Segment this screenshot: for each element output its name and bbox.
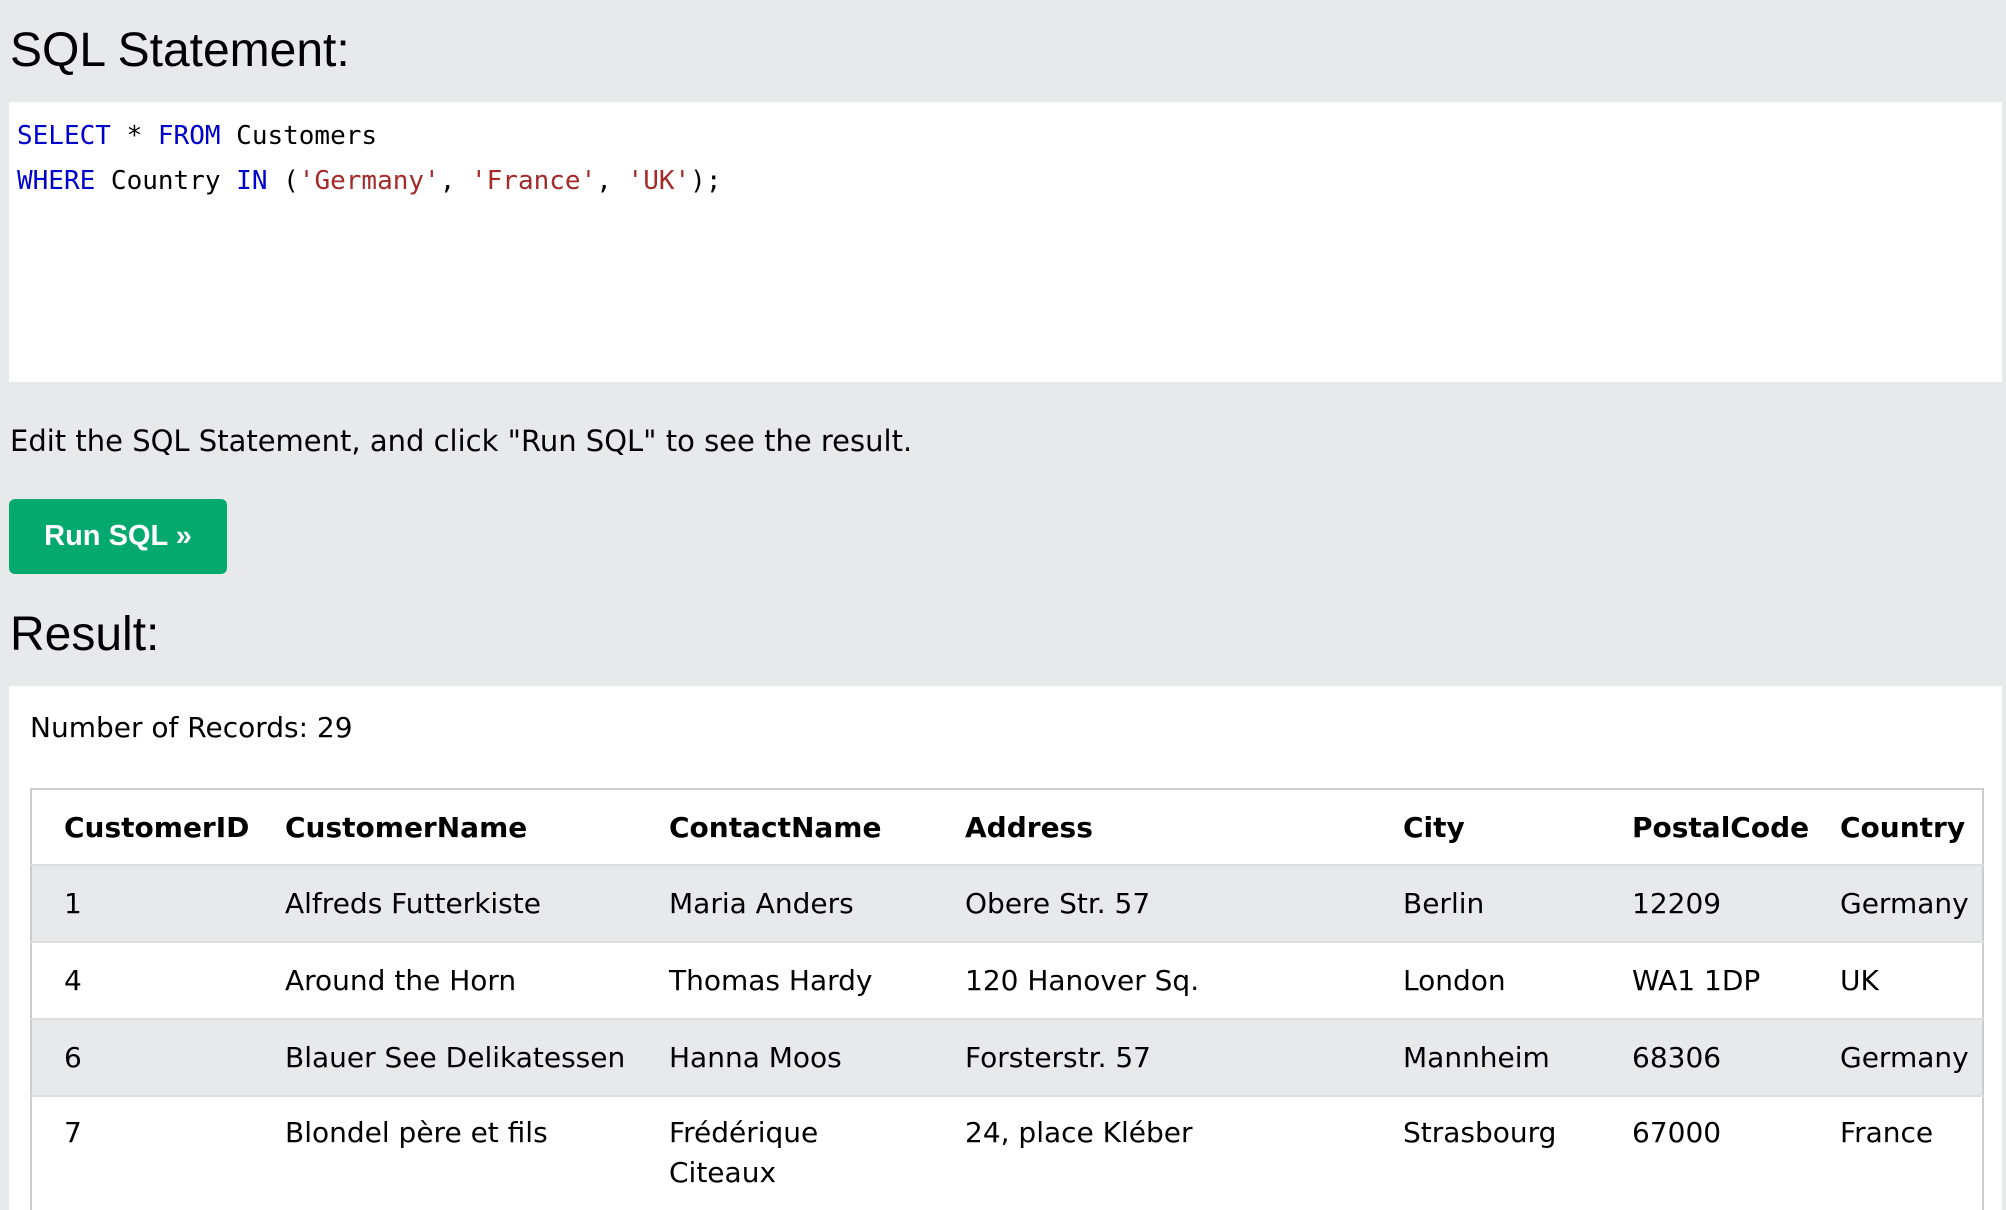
column-header-contactname: ContactName xyxy=(637,789,933,865)
cell-postalcode: 68306 xyxy=(1600,1018,1808,1096)
table-row: 7 Blondel père et fils Frédérique Citeau… xyxy=(31,1095,1983,1210)
result-panel: Number of Records: 29 CustomerID Custome… xyxy=(9,686,2002,1210)
cell-customername: Blauer See Delikatessen xyxy=(253,1018,637,1096)
cell-customerid: 1 xyxy=(31,864,253,942)
table-row: 6 Blauer See Delikatessen Hanna Moos For… xyxy=(31,1018,1983,1096)
cell-contactname: Hanna Moos xyxy=(637,1018,933,1096)
sql-line-1: SELECT * FROM Customers xyxy=(17,121,377,151)
cell-customername: Alfreds Futterkiste xyxy=(253,864,637,942)
cell-country: UK xyxy=(1808,941,1983,1019)
sql-string-germany: 'Germany' xyxy=(298,166,440,196)
column-header-address: Address xyxy=(933,789,1371,865)
table-row: 1 Alfreds Futterkiste Maria Anders Obere… xyxy=(31,864,1983,942)
sql-close-paren: ); xyxy=(690,166,722,196)
column-header-country: Country xyxy=(1808,789,1983,865)
sql-editor[interactable]: SELECT * FROM Customers WHERE Country IN… xyxy=(9,102,2002,382)
sql-separator: , xyxy=(596,166,628,196)
sql-operator: * xyxy=(110,121,158,151)
cell-address: Forsterstr. 57 xyxy=(933,1018,1371,1096)
column-header-postalcode: PostalCode xyxy=(1600,789,1809,865)
record-count: Number of Records: 29 xyxy=(30,711,353,744)
cell-address: 24, place Kléber xyxy=(933,1095,1371,1210)
sql-string-uk: 'UK' xyxy=(627,166,691,196)
sql-separator: , xyxy=(439,166,471,196)
table-row: 4 Around the Horn Thomas Hardy 120 Hanov… xyxy=(31,941,1983,1019)
keyword-from: FROM xyxy=(157,121,221,151)
instructions-text: Edit the SQL Statement, and click "Run S… xyxy=(10,424,913,458)
column-header-city: City xyxy=(1371,789,1600,865)
sql-column-name: Country xyxy=(95,166,237,196)
cell-city: Berlin xyxy=(1371,864,1600,942)
sql-line-2: WHERE Country IN ('Germany', 'France', '… xyxy=(17,166,721,196)
sql-string-france: 'France' xyxy=(471,166,597,196)
sql-table-name: Customers xyxy=(220,121,378,151)
cell-postalcode: WA1 1DP xyxy=(1600,941,1808,1019)
keyword-where: WHERE xyxy=(17,166,96,196)
cell-address: 120 Hanover Sq. xyxy=(933,941,1371,1019)
cell-customerid: 4 xyxy=(31,941,253,1019)
cell-customername: Blondel père et fils xyxy=(253,1095,637,1210)
cell-postalcode: 12209 xyxy=(1600,864,1808,942)
run-sql-button[interactable]: Run SQL » xyxy=(9,499,227,574)
cell-country: Germany xyxy=(1808,1018,1983,1096)
results-table: CustomerID CustomerName ContactName Addr… xyxy=(30,788,1984,1210)
cell-address: Obere Str. 57 xyxy=(933,864,1371,942)
column-header-customerid: CustomerID xyxy=(31,789,253,865)
cell-customername: Around the Horn xyxy=(253,941,637,1019)
keyword-in: IN xyxy=(236,166,268,196)
cell-contactname: Thomas Hardy xyxy=(637,941,933,1019)
page: SQL Statement: SELECT * FROM Customers W… xyxy=(0,0,2006,1210)
column-header-customername: CustomerName xyxy=(253,789,637,865)
cell-city: London xyxy=(1371,941,1600,1019)
sql-statement-heading: SQL Statement: xyxy=(10,24,350,77)
cell-country: Germany xyxy=(1808,864,1983,942)
sql-open-paren: ( xyxy=(267,166,299,196)
keyword-select: SELECT xyxy=(17,121,111,151)
cell-customerid: 6 xyxy=(31,1018,253,1096)
table-header-row: CustomerID CustomerName ContactName Addr… xyxy=(31,789,1983,865)
cell-country: France xyxy=(1808,1095,1983,1210)
cell-city: Mannheim xyxy=(1371,1018,1600,1096)
cell-customerid: 7 xyxy=(31,1095,253,1210)
cell-postalcode: 67000 xyxy=(1600,1095,1808,1210)
cell-contactname: Maria Anders xyxy=(637,864,933,942)
result-heading: Result: xyxy=(10,608,160,661)
cell-contactname: Frédérique Citeaux xyxy=(637,1095,933,1210)
cell-city: Strasbourg xyxy=(1371,1095,1600,1210)
